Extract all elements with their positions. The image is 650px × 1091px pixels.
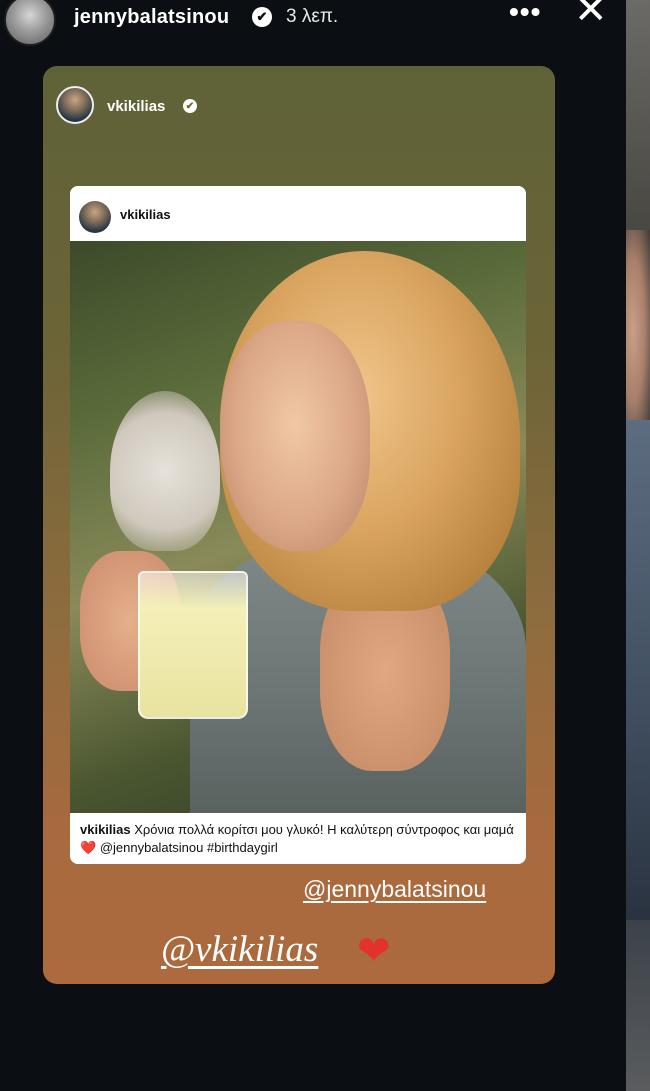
photo-glass xyxy=(138,571,248,719)
reshared-by-avatar[interactable] xyxy=(56,86,94,124)
heart-icon: ❤ xyxy=(357,929,391,973)
post-caption: vkikilias Χρόνια πολλά κορίτσι μου γλυκό… xyxy=(80,821,516,857)
more-options-icon[interactable]: ••• xyxy=(509,0,541,28)
photo-face xyxy=(220,321,370,551)
story-header: jennybalatsinou ✔ 3 λεπ. ••• ✕ xyxy=(0,0,626,48)
post-username[interactable]: vkikilias xyxy=(120,207,171,222)
post-photo xyxy=(70,241,526,813)
caption-heart-icon: ❤️ xyxy=(80,840,97,855)
next-story-jacket xyxy=(626,420,650,920)
post-avatar[interactable] xyxy=(79,201,111,233)
caption-tags[interactable]: @jennybalatsinou #birthdaygirl xyxy=(100,840,278,855)
next-story-face xyxy=(626,230,650,430)
caption-username[interactable]: vkikilias xyxy=(80,822,131,837)
verified-badge-icon: ✔ xyxy=(252,7,272,27)
reshared-verified-icon: ✔ xyxy=(183,99,197,113)
next-story-peek[interactable] xyxy=(626,0,650,1091)
mention-sticker-jenny[interactable]: @jennybalatsinou xyxy=(303,876,486,903)
photo-statue xyxy=(110,391,220,551)
embedded-post[interactable]: vkikilias vkikilias Χρόνια πολλά κορίτσι… xyxy=(70,186,526,864)
story-username[interactable]: jennybalatsinou xyxy=(74,6,229,29)
post-header: vkikilias xyxy=(70,186,526,241)
caption-text: Χρόνια πολλά κορίτσι μου γλυκό! Η καλύτε… xyxy=(134,822,514,837)
story-time: 3 λεπ. xyxy=(286,6,339,27)
mention-sticker-vkikilias[interactable]: @vkikilias xyxy=(161,928,318,971)
reshared-by-username[interactable]: vkikilias xyxy=(107,98,165,115)
close-icon[interactable]: ✕ xyxy=(574,0,608,30)
avatar[interactable] xyxy=(4,0,56,46)
story-card[interactable]: vkikilias ✔ vkikilias vkikilias Χρόνια π… xyxy=(43,66,555,984)
